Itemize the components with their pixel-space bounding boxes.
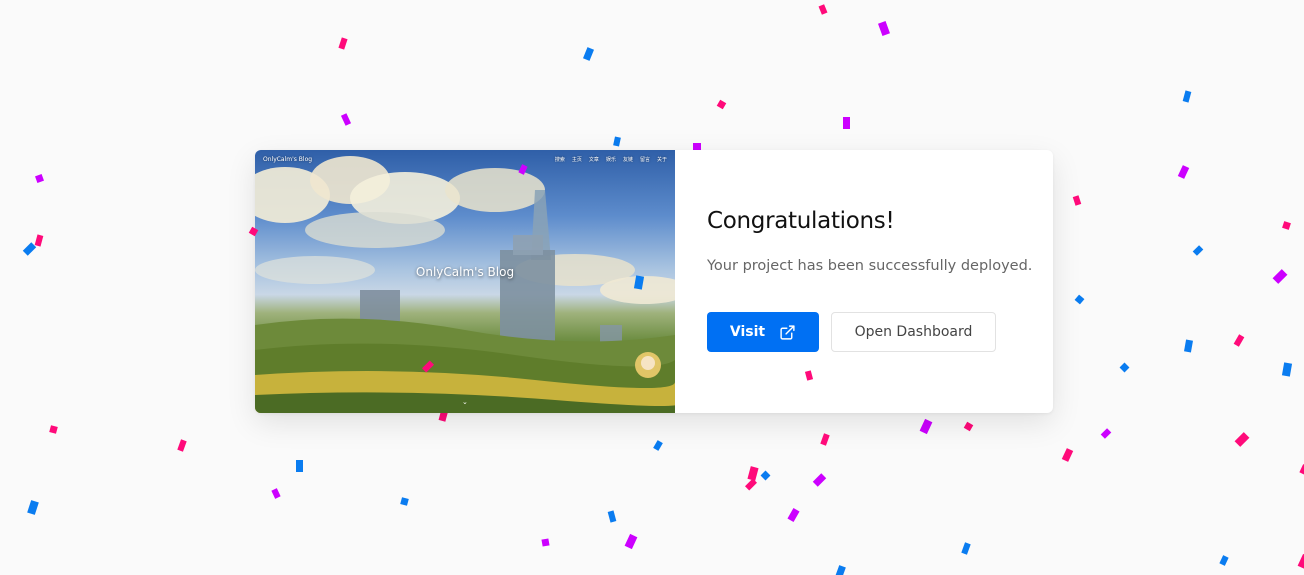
confetti-piece xyxy=(760,470,771,481)
confetti-piece xyxy=(1282,221,1291,230)
confetti-piece xyxy=(340,113,352,126)
deploy-subtitle: Your project has been successfully deplo… xyxy=(707,258,1033,274)
preview-menu-item: 搜索 xyxy=(554,156,565,163)
confetti-piece xyxy=(1177,165,1190,179)
preview-menu: 搜索 主页 文章 娱乐 友链 留言 关于 xyxy=(555,156,667,163)
confetti-piece xyxy=(961,542,971,555)
confetti-piece xyxy=(583,47,594,61)
confetti-piece xyxy=(1281,362,1293,377)
visit-button-label: Visit xyxy=(729,324,766,340)
confetti-piece xyxy=(1219,555,1229,566)
confetti-piece xyxy=(1184,339,1193,353)
confetti-piece xyxy=(843,117,850,129)
confetti-piece xyxy=(49,425,58,434)
confetti-piece xyxy=(34,234,44,247)
preview-menu-item: 留言 xyxy=(639,156,650,163)
confetti-piece xyxy=(27,500,39,515)
confetti-piece xyxy=(607,510,617,523)
preview-landscape xyxy=(255,156,675,413)
deploy-message: Congratulations! Your project has been s… xyxy=(675,150,1053,413)
deploy-card: OnlyCalm's Blog 搜索 主页 文章 娱乐 友链 留言 关于 Onl… xyxy=(255,150,1053,413)
preview-menu-item: 娱乐 xyxy=(605,156,616,163)
preview-menu-item: 关于 xyxy=(656,156,667,163)
preview-menu-item: 文章 xyxy=(588,156,599,163)
open-dashboard-button[interactable]: Open Dashboard xyxy=(831,312,996,352)
confetti-piece xyxy=(963,421,974,432)
preview-menu-item: 友链 xyxy=(622,156,633,163)
preview-menu-item: 主页 xyxy=(571,156,582,163)
page-title: Congratulations! xyxy=(707,208,895,234)
visit-button[interactable]: Visit xyxy=(707,312,819,352)
confetti-piece xyxy=(1272,269,1288,284)
confetti-piece xyxy=(1299,464,1304,475)
confetti-piece xyxy=(541,538,550,547)
confetti-piece xyxy=(400,497,409,506)
confetti-piece xyxy=(653,440,663,451)
confetti-piece xyxy=(744,478,758,491)
confetti-piece xyxy=(1182,90,1192,103)
confetti-piece xyxy=(1061,448,1074,462)
confetti-piece xyxy=(835,565,846,575)
confetti-piece xyxy=(812,473,827,487)
confetti-piece xyxy=(787,508,800,522)
confetti-piece xyxy=(1234,432,1250,447)
confetti-piece xyxy=(624,533,638,550)
external-link-icon xyxy=(780,324,795,340)
deploy-success-screen: OnlyCalm's Blog 搜索 主页 文章 娱乐 友链 留言 关于 Onl… xyxy=(0,0,1304,575)
action-buttons: Visit Open Dashboard xyxy=(707,312,1053,352)
confetti-piece xyxy=(1072,195,1082,206)
confetti-piece xyxy=(716,99,727,110)
confetti-piece xyxy=(1100,428,1112,439)
confetti-piece xyxy=(177,439,187,452)
confetti-piece xyxy=(878,21,890,36)
confetti-piece xyxy=(1119,362,1130,373)
confetti-piece xyxy=(296,460,303,472)
confetti-piece xyxy=(338,37,348,50)
confetti-piece xyxy=(1074,294,1085,305)
confetti-piece xyxy=(1192,245,1204,256)
chevron-down-icon: ⌄ xyxy=(462,398,468,406)
confetti-piece xyxy=(818,4,828,15)
preview-site-title: OnlyCalm's Blog xyxy=(415,265,515,279)
site-preview-image[interactable]: OnlyCalm's Blog 搜索 主页 文章 娱乐 友链 留言 关于 Onl… xyxy=(255,150,675,413)
confetti-piece xyxy=(271,488,281,499)
confetti-piece xyxy=(1297,553,1304,570)
confetti-piece xyxy=(35,174,44,183)
confetti-piece xyxy=(613,136,621,147)
confetti-piece xyxy=(919,418,933,435)
preview-navbar: OnlyCalm's Blog 搜索 主页 文章 娱乐 友链 留言 关于 xyxy=(255,150,675,168)
confetti-piece xyxy=(1233,334,1245,347)
preview-brand: OnlyCalm's Blog xyxy=(263,155,313,163)
confetti-piece xyxy=(820,433,830,446)
